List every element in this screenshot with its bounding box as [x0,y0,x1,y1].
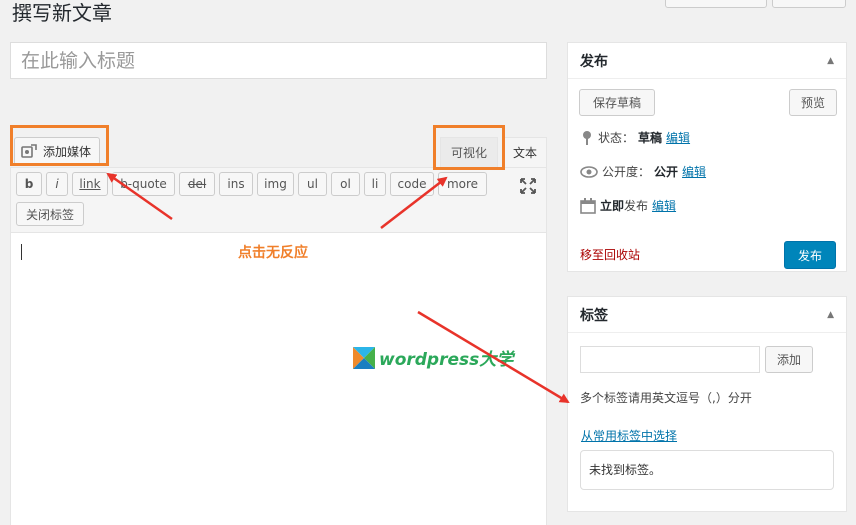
highlight-visual-tab [433,125,505,170]
edit-visibility-link[interactable]: 编辑 [682,163,706,180]
save-draft-button[interactable]: 保存草稿 [579,89,655,116]
qt-more-button[interactable]: more [438,172,487,196]
status-label: 状态： [598,131,635,145]
preview-button[interactable]: 预览 [789,89,837,116]
qt-close-tags-button[interactable]: 关闭标签 [16,202,84,226]
edit-status-link[interactable]: 编辑 [666,129,690,146]
qt-ul-button[interactable]: ul [298,172,327,196]
help-button[interactable] [772,0,846,8]
tags-box: 标签 ▲ 添加 多个标签请用英文逗号（,）分开 从常用标签中选择 未找到标签。 [567,296,847,512]
qt-del-button[interactable]: del [179,172,215,196]
qt-img-button[interactable]: img [257,172,294,196]
qt-bold-button[interactable]: b [16,172,42,196]
publish-box: 发布 ▲ 保存草稿 预览 状态： 草稿 编辑 公开度： 公开 编辑 立即发布 编… [567,42,847,272]
pin-icon [583,130,591,145]
publish-box-title: 发布 [580,53,608,70]
screen-options-button[interactable] [665,0,767,8]
collapse-icon[interactable]: ▲ [827,56,834,66]
tab-text[interactable]: 文本 [503,137,547,167]
post-title-input[interactable]: 在此输入标题 [10,42,547,79]
quicktags-toolbar: b i link b-quote del ins img ul ol li co… [10,167,547,232]
schedule-bold: 立即 [600,199,625,213]
page-title: 撰写新文章 [12,1,112,25]
status-row: 状态： 草稿 编辑 [580,129,690,146]
highlight-add-media [10,125,109,166]
post-content-textarea[interactable]: wordpress大学 [10,232,547,525]
qt-italic-button[interactable]: i [46,172,68,196]
publish-button[interactable]: 发布 [784,241,836,269]
choose-common-tags-link[interactable]: 从常用标签中选择 [581,427,677,444]
add-tag-button[interactable]: 添加 [765,346,813,373]
qt-ins-button[interactable]: ins [219,172,253,196]
schedule-text: 发布 [624,199,649,213]
watermark-text: wordpress大学 [379,350,514,370]
watermark: wordpress大学 [353,345,513,370]
eye-icon [580,165,598,178]
qt-link-button[interactable]: link [72,172,108,196]
watermark-logo-icon [353,346,375,369]
text-caret [21,244,22,260]
qt-li-button[interactable]: li [364,172,386,196]
edit-schedule-link[interactable]: 编辑 [652,197,676,214]
move-to-trash-link[interactable]: 移至回收站 [580,246,640,263]
new-tag-input[interactable] [580,346,760,373]
tag-hint: 多个标签请用英文逗号（,）分开 [580,391,752,405]
qt-code-button[interactable]: code [390,172,434,196]
calendar-icon [580,197,596,214]
tag-cloud: 未找到标签。 [580,450,834,490]
schedule-row: 立即发布 编辑 [580,197,676,214]
status-value: 草稿 [638,131,663,145]
collapse-icon[interactable]: ▲ [827,310,834,320]
qt-blockquote-button[interactable]: b-quote [112,172,175,196]
annotation-note: 点击无反应 [238,245,308,261]
post-editor: 添加媒体 可视化 文本 b i link b-quote del ins img… [10,137,547,525]
qt-ol-button[interactable]: ol [331,172,360,196]
visibility-label: 公开度： [602,165,651,179]
visibility-row: 公开度： 公开 编辑 [580,163,706,180]
fullscreen-icon[interactable] [519,177,537,195]
tags-box-title: 标签 [580,307,608,324]
visibility-value: 公开 [654,165,679,179]
